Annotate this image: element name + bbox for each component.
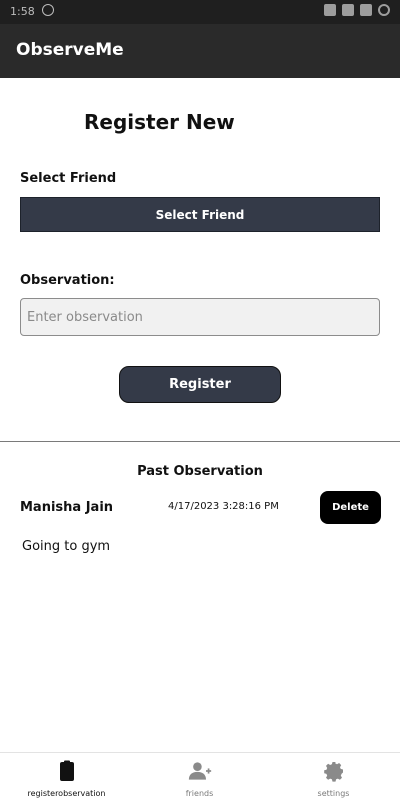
select-friend-button[interactable]: Select Friend (20, 197, 380, 232)
nav-label-settings: settings (317, 789, 350, 798)
divider (0, 441, 400, 442)
nav-item-friends[interactable]: friends (133, 753, 266, 801)
add-friend-icon (188, 762, 211, 780)
battery-icon (360, 4, 372, 16)
observation-row: Manisha Jain 4/17/2023 3:28:16 PM Delete (0, 490, 400, 530)
observation-text: Going to gym (22, 539, 111, 554)
app-bar: ObserveMe (0, 24, 400, 78)
nav-label-registerobservation: registerobservation (27, 789, 106, 798)
wifi-icon (324, 4, 336, 16)
bottom-navigation: registerobservation friends settings (0, 752, 400, 800)
past-observation-title: Past Observation (137, 464, 263, 479)
sync-icon (378, 4, 390, 16)
delete-button[interactable]: Delete (320, 491, 381, 524)
system-icons (324, 4, 390, 16)
status-time: 1:58 (10, 5, 35, 18)
nav-label-friends: friends (185, 789, 214, 798)
observation-input[interactable] (20, 298, 380, 336)
page-title: Register New (84, 110, 235, 134)
select-friend-label: Select Friend (20, 171, 117, 186)
nav-item-settings[interactable]: settings (267, 753, 400, 801)
app-title: ObserveMe (16, 40, 124, 60)
notification-icon (42, 4, 54, 16)
gear-icon (323, 762, 343, 782)
nav-item-registerobservation[interactable]: registerobservation (0, 753, 133, 801)
observation-label: Observation: (20, 273, 115, 288)
clipboard-icon (59, 760, 74, 781)
status-bar: 1:58 (0, 0, 400, 24)
observation-friend-name: Manisha Jain (20, 500, 114, 515)
signal-icon (342, 4, 354, 16)
register-button[interactable]: Register (119, 366, 281, 403)
observation-timestamp: 4/17/2023 3:28:16 PM (168, 501, 279, 512)
